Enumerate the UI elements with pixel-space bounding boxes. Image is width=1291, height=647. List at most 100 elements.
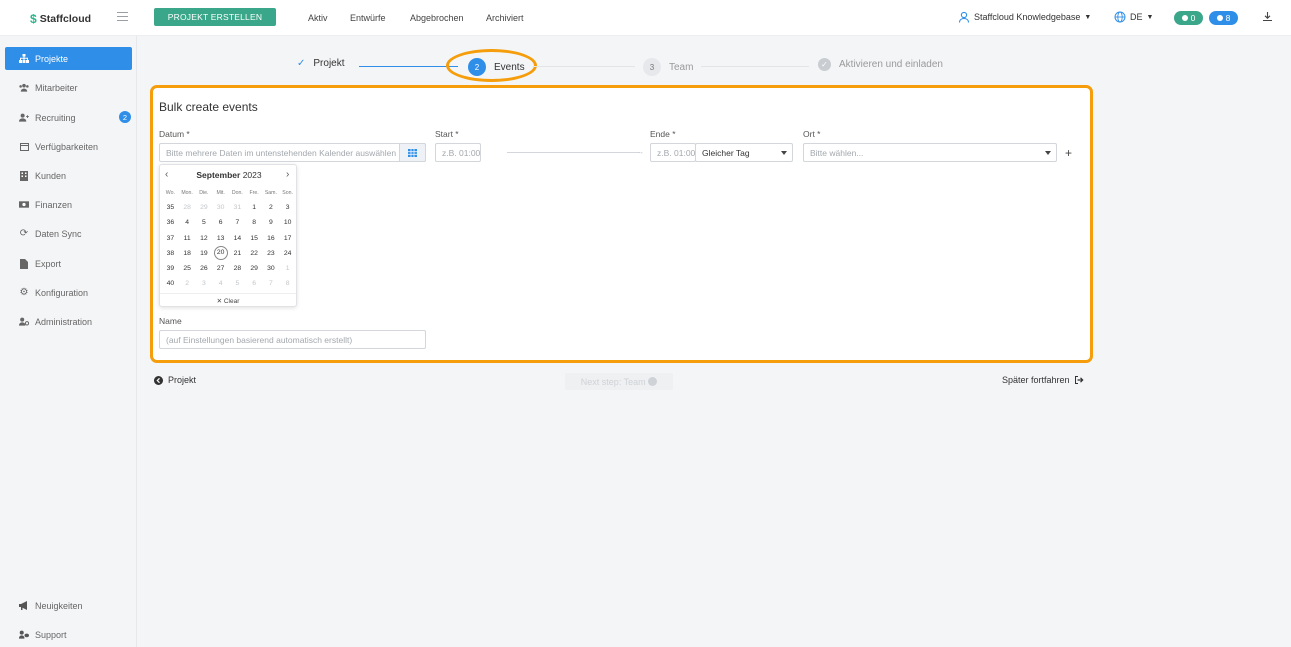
calendar-day[interactable]: 2	[263, 204, 280, 211]
calendar-day[interactable]: 29	[196, 204, 213, 211]
calendar-toggle-button[interactable]	[399, 143, 426, 162]
calendar-day[interactable]: 4	[212, 280, 229, 287]
calendar-day[interactable]: 10	[279, 219, 296, 226]
app-logo[interactable]: $ Staffcloud	[30, 12, 91, 26]
next-month-icon[interactable]: ›	[286, 169, 289, 180]
calendar-day[interactable]: 3	[279, 204, 296, 211]
calendar-day[interactable]: 6	[212, 219, 229, 226]
sidebar-item-label: Export	[35, 258, 62, 269]
calendar-cell-text: 6	[218, 219, 223, 227]
download-icon[interactable]	[1262, 11, 1273, 22]
sync-icon: ⟳	[19, 228, 29, 239]
calendar-day[interactable]: 4	[179, 219, 196, 226]
calendar-day[interactable]: 28	[179, 204, 196, 211]
sidebar-item-administration[interactable]: Administration	[5, 310, 132, 333]
end-day-select[interactable]: Gleicher Tag	[695, 143, 793, 162]
calendar-day[interactable]: 13	[212, 235, 229, 242]
calendar-day[interactable]: 7	[263, 280, 280, 287]
calendar-day[interactable]: 23	[263, 250, 280, 257]
calendar-day[interactable]: 22	[246, 250, 263, 257]
sidebar-item-verfuegbarkeiten[interactable]: Verfügbarkeiten	[5, 135, 132, 158]
calendar-cell-text: 36	[166, 219, 175, 227]
sidebar-item-mitarbeiter[interactable]: Mitarbeiter	[5, 76, 132, 99]
calendar-day[interactable]: 7	[229, 219, 246, 226]
add-location-icon[interactable]: +	[1065, 146, 1072, 160]
calendar-day[interactable]: 2	[179, 280, 196, 287]
calendar-day[interactable]: 21	[229, 250, 246, 257]
calendar-day[interactable]: 14	[229, 235, 246, 242]
step-team[interactable]: 3 Team	[643, 58, 693, 76]
calendar-day[interactable]: 15	[246, 235, 263, 242]
sidebar-item-recruiting[interactable]: Recruiting 2	[5, 106, 132, 129]
calendar-day[interactable]: 5	[196, 219, 213, 226]
user-menu[interactable]: Staffcloud Knowledgebase ▼	[958, 11, 1091, 23]
user-cog-icon	[19, 317, 29, 327]
back-to-project-link[interactable]: Projekt	[154, 375, 196, 385]
name-placeholder: (auf Einstellungen basierend automatisch…	[166, 334, 353, 345]
location-select[interactable]: Bitte wählen...	[803, 143, 1057, 162]
date-input[interactable]: Bitte mehrere Daten im untenstehenden Ka…	[159, 143, 426, 162]
calendar-day[interactable]: 26	[196, 265, 213, 272]
start-time-input[interactable]: z.B. 01:00	[435, 143, 481, 162]
calendar-cell-text: 3	[201, 280, 206, 288]
calendar-day[interactable]: 5	[229, 280, 246, 287]
calendar-cell-text: 31	[233, 204, 242, 212]
sidebar-item-kunden[interactable]: Kunden	[5, 164, 132, 187]
chat-count-badge[interactable]: 0	[1174, 11, 1203, 25]
calendar-day[interactable]: 6	[246, 280, 263, 287]
calendar-day[interactable]: 1	[279, 265, 296, 272]
step-aktivieren[interactable]: ✓ Aktivieren und einladen	[818, 58, 943, 71]
calendar-day[interactable]: 3	[196, 280, 213, 287]
calendar-month-year[interactable]: September 2023	[160, 170, 298, 180]
continue-later-link[interactable]: Später fortfahren	[1002, 375, 1084, 385]
calendar-day[interactable]: 8	[279, 280, 296, 287]
sidebar-item-konfiguration[interactable]: ⚙ Konfiguration	[5, 281, 132, 304]
calendar-day[interactable]: 25	[179, 265, 196, 272]
calendar-day[interactable]: 8	[246, 219, 263, 226]
calendar-cell-text: 1	[252, 204, 257, 212]
nav-drafts[interactable]: Entwürfe	[350, 13, 386, 23]
nav-cancelled[interactable]: Abgebrochen	[410, 13, 464, 23]
calendar-week-row: 38 18 19 20 21 22 23 24	[162, 246, 296, 261]
calendar-cell-text: 4	[185, 219, 190, 227]
calendar-day[interactable]: 28	[229, 265, 246, 272]
calendar-day[interactable]: 9	[263, 219, 280, 226]
nav-active[interactable]: Aktiv	[308, 13, 328, 23]
sidebar-item-export[interactable]: Export	[5, 252, 132, 275]
calendar-week-number: 38	[162, 250, 179, 257]
calendar-day[interactable]: 16	[263, 235, 280, 242]
sidebar-item-label: Konfiguration	[35, 287, 89, 298]
sidebar-item-neuigkeiten[interactable]: Neuigkeiten	[5, 594, 132, 617]
calendar-day[interactable]: 11	[179, 235, 196, 242]
step-projekt[interactable]: ✓ Projekt	[297, 58, 345, 69]
step-events[interactable]: 2 Events	[468, 58, 525, 76]
menu-toggle-icon[interactable]	[117, 12, 128, 22]
event-name-input[interactable]: (auf Einstellungen basierend automatisch…	[159, 330, 426, 349]
calendar-day[interactable]: 24	[279, 250, 296, 257]
calendar-day[interactable]: 27	[212, 265, 229, 272]
nav-archived[interactable]: Archiviert	[486, 13, 524, 23]
notification-count-badge[interactable]: 8	[1209, 11, 1238, 25]
end-day-value: Gleicher Tag	[702, 147, 750, 158]
calendar-day[interactable]: 30	[212, 204, 229, 211]
calendar-day[interactable]: 18	[179, 250, 196, 257]
sidebar-item-finanzen[interactable]: Finanzen	[5, 193, 132, 216]
megaphone-icon	[19, 601, 29, 611]
calendar-day[interactable]: 19	[196, 250, 213, 257]
calendar-day[interactable]: 17	[279, 235, 296, 242]
calendar-day[interactable]: 1	[246, 204, 263, 211]
calendar-day[interactable]: 29	[246, 265, 263, 272]
calendar-day[interactable]: 12	[196, 235, 213, 242]
money-icon	[19, 200, 29, 210]
end-time-input[interactable]: z.B. 01:00	[650, 143, 696, 162]
calendar-day[interactable]: 30	[263, 265, 280, 272]
calendar-clear-button[interactable]: ✕ Clear	[160, 293, 296, 305]
sidebar-item-support[interactable]: Support	[5, 623, 132, 646]
sidebar-item-daten-sync[interactable]: ⟳ Daten Sync	[5, 222, 132, 245]
next-step-button[interactable]: Next step: Team	[565, 373, 673, 390]
sidebar-item-projekte[interactable]: Projekte	[5, 47, 132, 70]
language-selector[interactable]: DE ▼	[1114, 11, 1153, 23]
calendar-day[interactable]: 20	[212, 246, 229, 261]
create-project-button[interactable]: PROJEKT ERSTELLEN	[154, 8, 276, 26]
calendar-day[interactable]: 31	[229, 204, 246, 211]
